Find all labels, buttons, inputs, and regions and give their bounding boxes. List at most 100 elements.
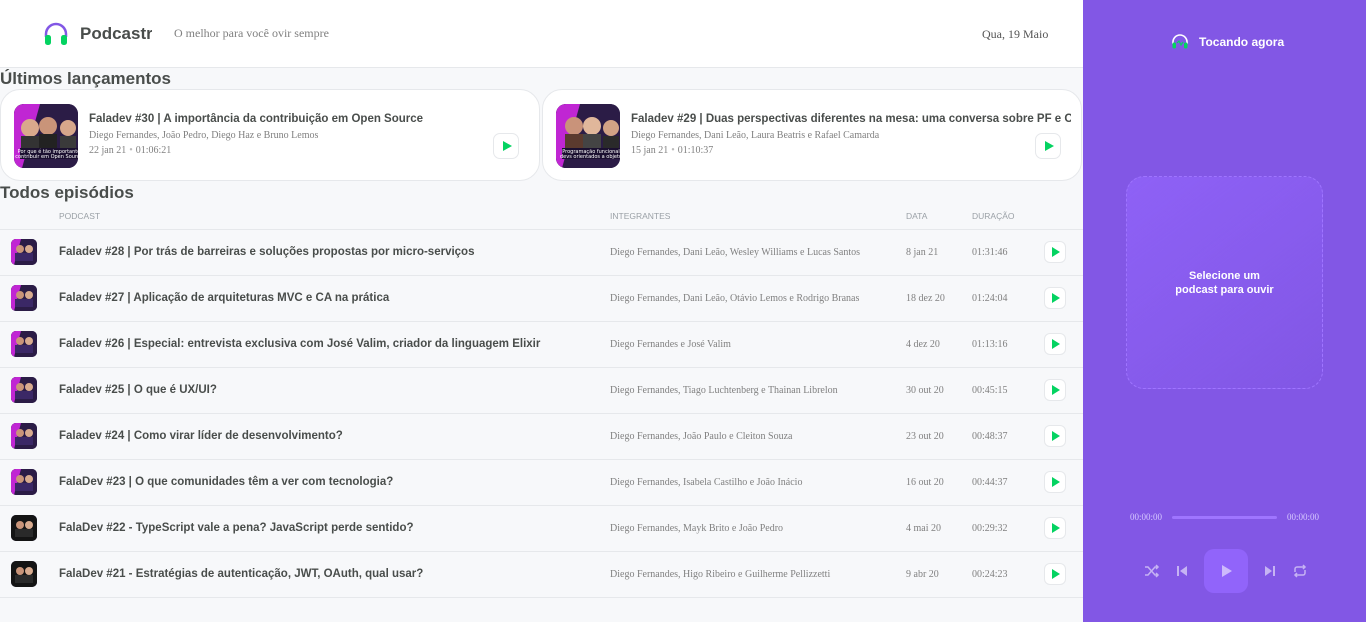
row-play-cell bbox=[1044, 229, 1083, 275]
episode-duration: 01:06:21 bbox=[135, 145, 172, 156]
row-thumb-cell bbox=[0, 321, 59, 367]
play-episode-button[interactable] bbox=[1044, 333, 1066, 355]
play-icon bbox=[1052, 293, 1060, 303]
episode-thumbnail bbox=[11, 377, 37, 403]
episode-title[interactable]: Faladev #26 | Especial: entrevista exclu… bbox=[59, 321, 610, 367]
episode-title[interactable]: Faladev #30 | A importância da contribui… bbox=[89, 113, 529, 125]
episode-duration: 01:24:04 bbox=[972, 292, 1008, 304]
row-play-cell bbox=[1044, 367, 1083, 413]
shuffle-button[interactable] bbox=[1137, 556, 1167, 586]
logo[interactable]: Podcastr bbox=[42, 20, 152, 48]
play-icon bbox=[1052, 477, 1060, 487]
thumbnail-image bbox=[11, 515, 37, 541]
row-thumb-cell bbox=[0, 229, 59, 275]
thumbnail-image bbox=[11, 239, 37, 265]
logo-text: Podcastr bbox=[80, 23, 152, 43]
thumbnail-image bbox=[11, 331, 37, 357]
episode-title[interactable]: FalaDev #21 - Estratégias de autenticaçã… bbox=[59, 551, 610, 597]
play-episode-button[interactable] bbox=[493, 133, 519, 159]
thumbnail-image: Programação funcional devs orientados a … bbox=[556, 104, 620, 168]
episode-thumbnail bbox=[11, 239, 37, 265]
episode-thumbnail bbox=[11, 469, 37, 495]
current-time: 00:00:00 bbox=[1130, 512, 1163, 522]
episode-members: Diego Fernandes, Higo Ribeiro e Guilherm… bbox=[610, 568, 831, 580]
row-play-cell bbox=[1044, 505, 1083, 551]
main-content: Podcastr O melhor para você ovir sempre … bbox=[0, 0, 1083, 622]
episode-date: 22 jan 21 bbox=[89, 145, 127, 156]
next-icon bbox=[1265, 566, 1275, 576]
play-episode-button[interactable] bbox=[1044, 471, 1066, 493]
play-icon bbox=[1052, 523, 1060, 533]
play-icon bbox=[1052, 431, 1060, 441]
previous-icon bbox=[1177, 566, 1187, 576]
shuffle-icon bbox=[1145, 564, 1160, 578]
repeat-button[interactable] bbox=[1285, 556, 1315, 586]
play-icon bbox=[1052, 339, 1060, 349]
episode-thumbnail: Programação funcional devs orientados a … bbox=[556, 104, 620, 168]
column-date: Data bbox=[906, 203, 972, 230]
next-button[interactable] bbox=[1255, 556, 1285, 586]
episode-title[interactable]: Faladev #29 | Duas perspectivas diferent… bbox=[631, 113, 1071, 125]
playing-headphones-icon bbox=[1172, 34, 1188, 49]
episode-members: Diego Fernandes, Dani Leão, Otávio Lemos… bbox=[610, 292, 860, 304]
progress-slider[interactable] bbox=[1172, 515, 1277, 519]
episode-title[interactable]: FalaDev #23 | O que comunidades têm a ve… bbox=[59, 459, 610, 505]
play-episode-button[interactable] bbox=[1044, 241, 1066, 263]
play-episode-button[interactable] bbox=[1044, 425, 1066, 447]
play-episode-button[interactable] bbox=[1044, 287, 1066, 309]
episode-thumbnail bbox=[11, 331, 37, 357]
row-play-cell bbox=[1044, 413, 1083, 459]
episode-members: Diego Fernandes e José Valim bbox=[610, 338, 731, 350]
row-play-cell bbox=[1044, 321, 1083, 367]
play-episode-button[interactable] bbox=[1044, 379, 1066, 401]
episode-title[interactable]: FalaDev #22 - TypeScript vale a pena? Ja… bbox=[59, 505, 610, 551]
episodes-table: Podcast Integrantes Data Duração Faladev… bbox=[0, 203, 1083, 598]
row-play-cell bbox=[1044, 551, 1083, 597]
episode-date: 4 mai 20 bbox=[906, 522, 941, 534]
episode-thumbnail bbox=[11, 423, 37, 449]
column-members: Integrantes bbox=[610, 203, 906, 230]
episode-thumbnail: Por que é tão importante contribuir em O… bbox=[14, 104, 78, 168]
column-duration: Duração bbox=[972, 203, 1044, 230]
episode-duration: 01:10:37 bbox=[677, 145, 714, 156]
thumbnail-image bbox=[11, 469, 37, 495]
thumbnail-image: Por que é tão importante contribuir em O… bbox=[14, 104, 78, 168]
thumbnail-caption-2: devs orientados a objeto bbox=[560, 154, 620, 160]
latest-episodes-heading: Últimos lançamentos bbox=[0, 69, 171, 88]
player-controls bbox=[1137, 549, 1315, 593]
progress-bar: 00:00:00 00:00:00 bbox=[1130, 512, 1319, 522]
row-thumb-cell bbox=[0, 459, 59, 505]
play-icon bbox=[1222, 565, 1232, 577]
episode-date: 18 dez 20 bbox=[906, 292, 945, 304]
episode-duration: 00:48:37 bbox=[972, 430, 1008, 442]
play-icon bbox=[502, 141, 512, 151]
play-icon bbox=[1052, 247, 1060, 257]
table-body: Faladev #28 | Por trás de barreiras e so… bbox=[0, 229, 1083, 597]
episode-members: Diego Fernandes, João Pedro, Diego Haz e… bbox=[89, 130, 319, 141]
episode-date: 30 out 20 bbox=[906, 384, 944, 396]
episode-date: 8 jan 21 bbox=[906, 246, 939, 258]
total-time: 00:00:00 bbox=[1286, 512, 1319, 522]
header: Podcastr O melhor para você ovir sempre … bbox=[0, 0, 1083, 68]
episode-title[interactable]: Faladev #25 | O que é UX/UI? bbox=[59, 367, 610, 413]
play-episode-button[interactable] bbox=[1035, 133, 1061, 159]
table-row: Faladev #26 | Especial: entrevista exclu… bbox=[0, 321, 1083, 367]
episode-duration: 01:13:16 bbox=[972, 338, 1008, 350]
episode-members: Diego Fernandes, Isabela Castilho e João… bbox=[610, 476, 803, 488]
table-row: FalaDev #22 - TypeScript vale a pena? Ja… bbox=[0, 505, 1083, 551]
episode-date: 23 out 20 bbox=[906, 430, 944, 442]
latest-episodes-list: Por que é tão importante contribuir em O… bbox=[0, 89, 1083, 181]
episode-duration: 00:24:23 bbox=[972, 568, 1008, 580]
separator-dot: • bbox=[129, 145, 133, 156]
play-icon bbox=[1044, 141, 1054, 151]
column-podcast: Podcast bbox=[59, 203, 610, 230]
play-episode-button[interactable] bbox=[1044, 517, 1066, 539]
previous-button[interactable] bbox=[1167, 556, 1197, 586]
play-button[interactable] bbox=[1204, 549, 1248, 593]
episode-title[interactable]: Faladev #24 | Como virar líder de desenv… bbox=[59, 413, 610, 459]
play-episode-button[interactable] bbox=[1044, 563, 1066, 585]
episode-title[interactable]: Faladev #28 | Por trás de barreiras e so… bbox=[59, 229, 610, 275]
all-episodes-heading: Todos episódios bbox=[0, 183, 134, 202]
episode-title[interactable]: Faladev #27 | Aplicação de arquiteturas … bbox=[59, 275, 610, 321]
thumbnail-image bbox=[11, 377, 37, 403]
